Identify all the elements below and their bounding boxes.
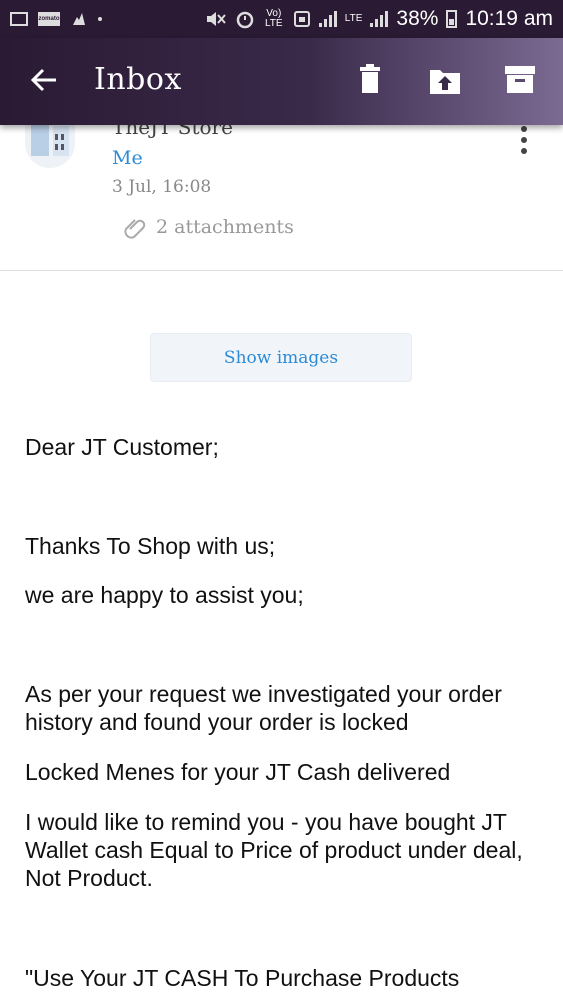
attachments-link[interactable]: 2 attachments: [122, 214, 294, 240]
recipient[interactable]: Me: [112, 147, 143, 169]
sim-icon: [293, 11, 310, 27]
mute-icon: [206, 12, 226, 26]
status-bar: zomato Vo) LTE LTE 38% 10:19 am: [0, 0, 563, 38]
body-paragraph-6: I would like to remind you - you have bo…: [25, 809, 523, 891]
battery-icon: [446, 10, 458, 28]
alarm-icon: [236, 11, 254, 29]
page-title: Inbox: [94, 62, 182, 97]
notification-icons: zomato: [10, 11, 102, 27]
body-paragraph-5: Locked Menes for your JT Cash delivered: [25, 759, 451, 785]
attachments-label: 2 attachments: [156, 216, 294, 238]
body-paragraph-7: "Use Your JT CASH To Purchase Products: [25, 965, 460, 991]
signal-strength-1-icon: [318, 11, 337, 27]
clock: 10:19 am: [465, 7, 553, 30]
email-date: 3 Jul, 16:08: [112, 177, 212, 197]
archive-icon[interactable]: [502, 62, 538, 98]
system-indicators: Vo) LTE LTE 38% 10:19 am: [205, 7, 553, 31]
body-paragraph-3: we are happy to assist you;: [25, 582, 304, 608]
image-icon: [10, 12, 28, 26]
pointer-icon: [73, 13, 85, 25]
app-bar: Inbox: [0, 38, 563, 125]
dot-icon: [98, 17, 102, 21]
battery-percent: 38%: [396, 7, 439, 30]
signal-strength-2-icon: [370, 11, 389, 27]
body-paragraph-2: Thanks To Shop with us;: [25, 533, 276, 559]
more-options-icon[interactable]: [515, 126, 535, 156]
paperclip-icon: [124, 219, 146, 239]
move-to-folder-icon[interactable]: [427, 62, 463, 98]
zomato-icon: zomato: [38, 12, 60, 26]
network-label: LTE: [344, 13, 363, 24]
show-images-button[interactable]: Show images: [150, 333, 412, 382]
body-paragraph-4: As per your request we investigated your…: [25, 681, 502, 735]
body-paragraph-1: Dear JT Customer;: [25, 434, 219, 460]
email-header: [0, 125, 563, 271]
volte-label: Vo) LTE: [264, 8, 283, 29]
back-arrow-icon[interactable]: [26, 62, 62, 98]
delete-icon[interactable]: [352, 62, 388, 98]
